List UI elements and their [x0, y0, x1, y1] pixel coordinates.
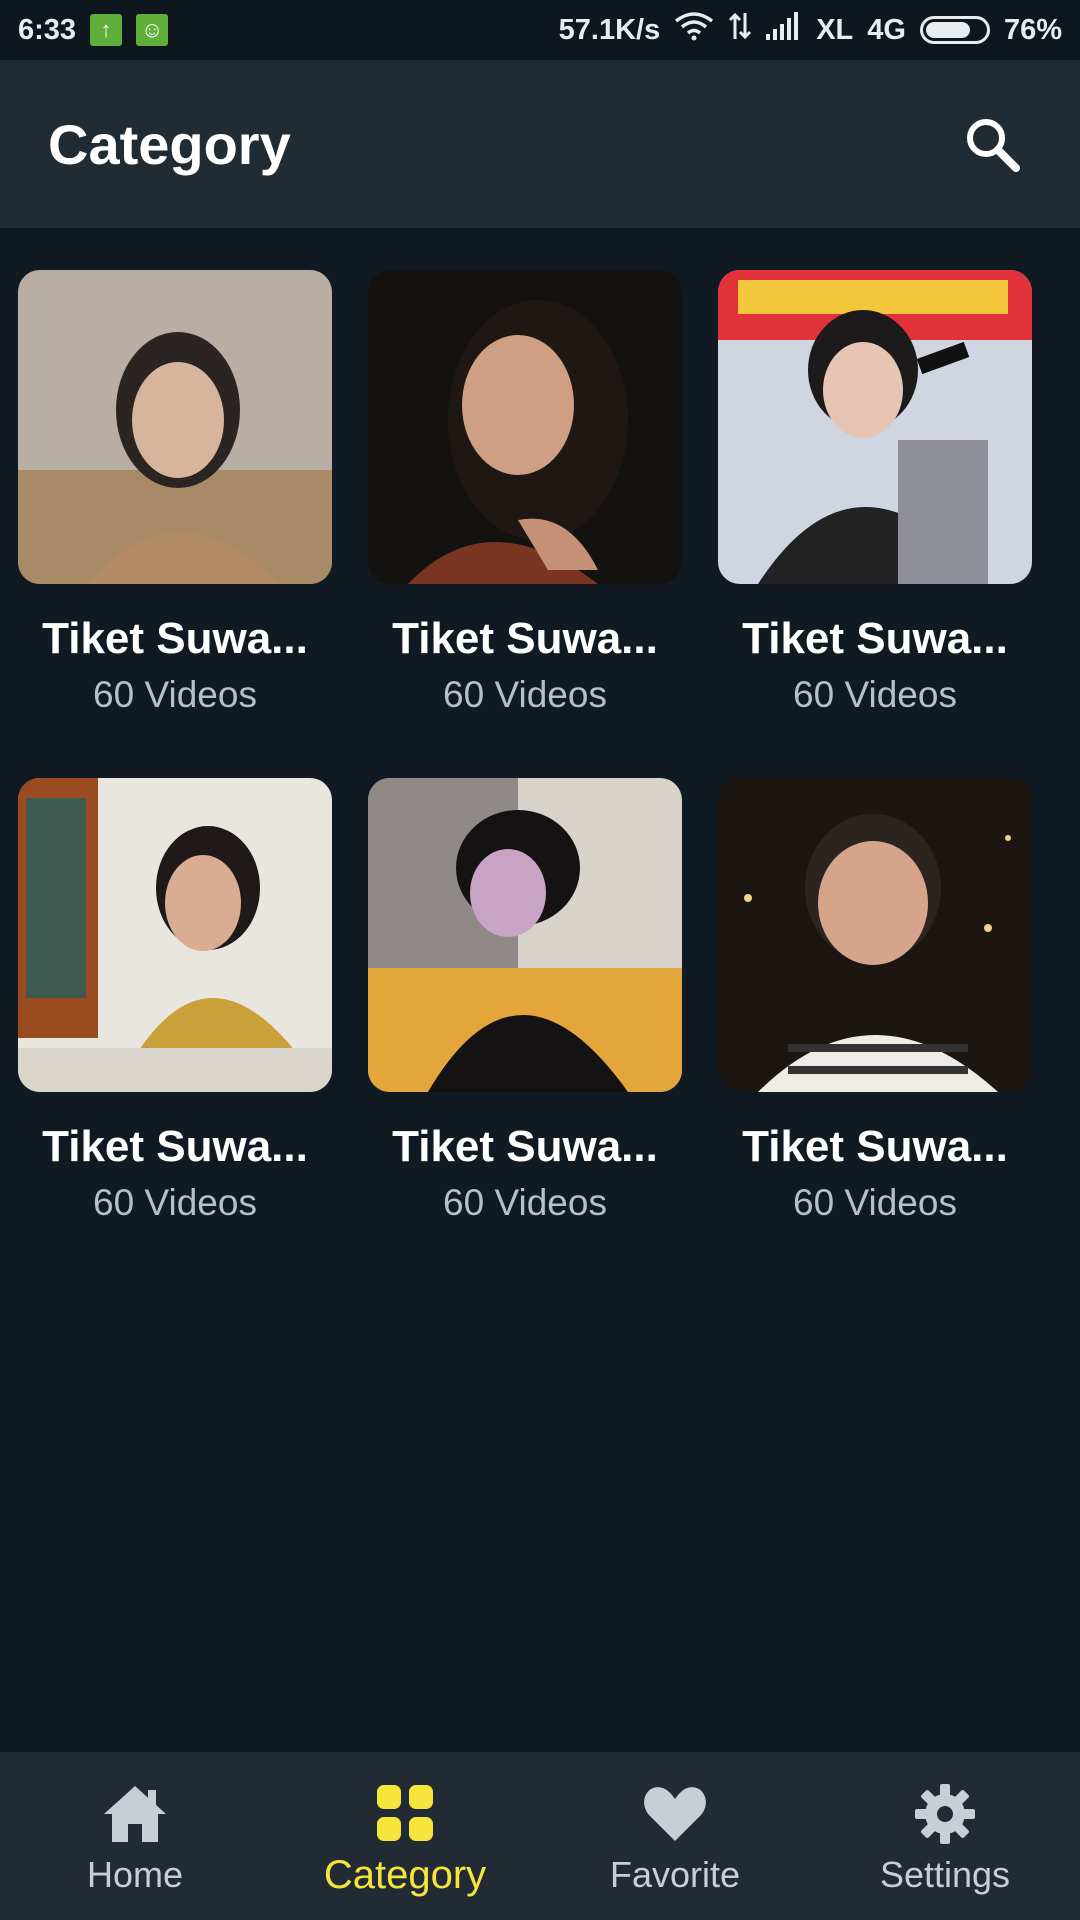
category-card[interactable]: Tiket Suwa... 60 Videos: [0, 778, 350, 1224]
network-speed: 57.1K/s: [558, 13, 661, 46]
category-thumbnail[interactable]: [718, 270, 1032, 584]
category-thumbnail[interactable]: [718, 778, 1032, 1092]
nav-item-favorite[interactable]: Favorite: [540, 1752, 810, 1920]
category-thumbnail[interactable]: [368, 270, 682, 584]
home-icon: [101, 1780, 169, 1848]
category-count: 60 Videos: [443, 1182, 607, 1223]
app-bar: Category: [0, 60, 1080, 228]
data-transfer-icon: [728, 11, 752, 49]
upload-notification-icon: ↑: [90, 14, 123, 46]
category-name: Tiket Suwa...: [392, 1122, 658, 1171]
category-thumbnail[interactable]: [18, 270, 332, 584]
category-grid: Tiket Suwa... 60 Videos Tiket Suwa... 60…: [0, 228, 1080, 1224]
category-name: Tiket Suwa...: [742, 1122, 1008, 1171]
nav-item-category[interactable]: Category: [270, 1752, 540, 1920]
bottom-navigation: Home Category Favorite Settings: [0, 1752, 1080, 1920]
nav-label-category: Category: [323, 1852, 487, 1897]
category-name: Tiket Suwa...: [42, 614, 308, 663]
category-count: 60 Videos: [443, 674, 607, 715]
network-type: 4G: [867, 13, 906, 46]
nav-item-settings[interactable]: Settings: [810, 1752, 1080, 1920]
category-count: 60 Videos: [93, 674, 257, 715]
battery-fill: [925, 22, 971, 38]
nav-label-settings: Settings: [879, 1854, 1011, 1895]
category-thumbnail[interactable]: [18, 778, 332, 1092]
signal-icon: [766, 12, 802, 48]
nav-item-home[interactable]: Home: [0, 1752, 270, 1920]
category-name: Tiket Suwa...: [392, 614, 658, 663]
category-card[interactable]: Tiket Suwa... 60 Videos: [350, 270, 700, 716]
nav-label-favorite: Favorite: [609, 1854, 741, 1895]
battery-icon: [919, 16, 990, 44]
search-icon: [967, 119, 1020, 172]
category-count: 60 Videos: [93, 1182, 257, 1223]
status-bar: 6:33 ↑ ☺ 57.1K/s XL 4G 76%: [0, 0, 1080, 60]
heart-icon: [641, 1780, 709, 1848]
battery-percent: 76%: [1003, 13, 1062, 46]
gear-icon: [911, 1780, 979, 1848]
wifi-icon: [674, 11, 714, 49]
page-title: Category: [48, 112, 291, 176]
android-notification-icon: ☺: [136, 14, 169, 46]
category-card[interactable]: Tiket Suwa... 60 Videos: [700, 778, 1050, 1224]
category-card[interactable]: Tiket Suwa... 60 Videos: [700, 270, 1050, 716]
search-button[interactable]: [952, 104, 1032, 184]
grid-icon: [371, 1779, 439, 1847]
category-name: Tiket Suwa...: [742, 614, 1008, 663]
category-card[interactable]: Tiket Suwa... 60 Videos: [350, 778, 700, 1224]
category-count: 60 Videos: [793, 1182, 957, 1223]
category-thumbnail[interactable]: [368, 778, 682, 1092]
category-name: Tiket Suwa...: [42, 1122, 308, 1171]
nav-label-home: Home: [86, 1854, 184, 1895]
carrier-label: XL: [816, 13, 854, 46]
category-count: 60 Videos: [793, 674, 957, 715]
category-card[interactable]: Tiket Suwa... 60 Videos: [0, 270, 350, 716]
status-time: 6:33: [18, 13, 77, 46]
